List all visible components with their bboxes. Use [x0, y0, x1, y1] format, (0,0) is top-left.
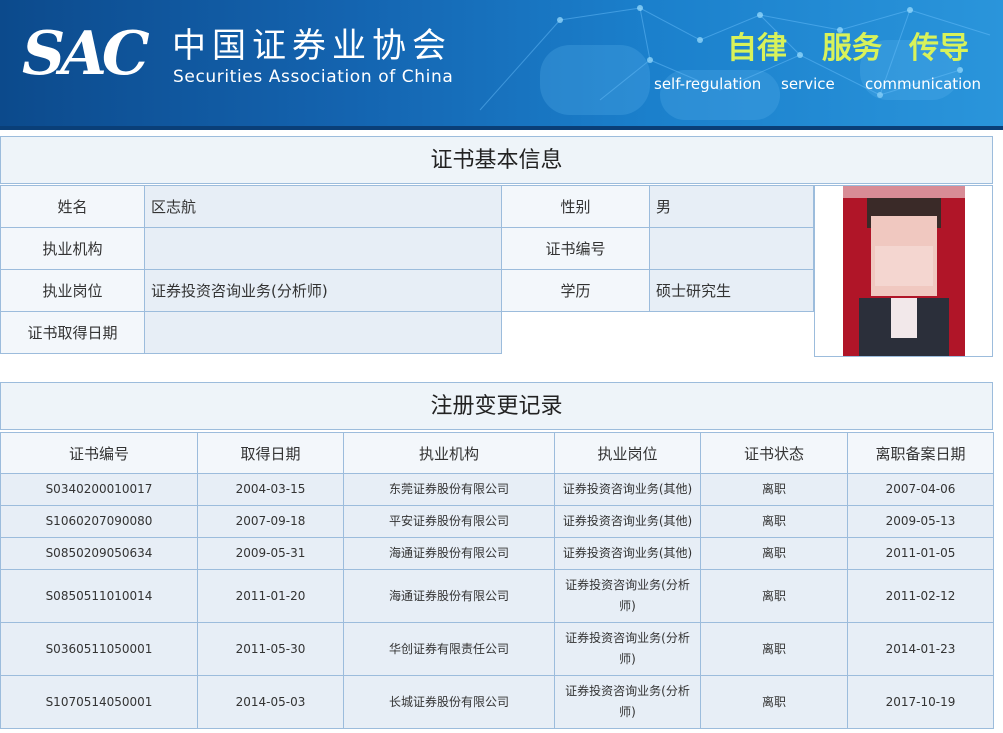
records-header-row: 证书编号 取得日期 执业机构 执业岗位 证书状态 离职备案日期: [0, 432, 994, 474]
education-label: 学历: [501, 269, 650, 312]
cell-date: 2011-01-20: [197, 569, 344, 623]
position-value: 证券投资咨询业务(分析师): [144, 269, 502, 312]
cell-position: 证券投资咨询业务(其他): [554, 473, 701, 506]
col-header-leave-date: 离职备案日期: [847, 432, 994, 474]
cell-cert-no: S1070514050001: [0, 675, 198, 729]
cell-date: 2009-05-31: [197, 537, 344, 570]
cell-leave-date: 2011-01-05: [847, 537, 994, 570]
cell-cert-no: S0360511050001: [0, 622, 198, 676]
name-value: 区志航: [144, 185, 502, 228]
institution-value: [144, 227, 502, 270]
cell-institution: 长城证券股份有限公司: [343, 675, 555, 729]
slogan-self-regulation-cn: 自律: [727, 31, 787, 66]
table-row: S1070514050001 2014-05-03 长城证券股份有限公司 证券投…: [0, 675, 994, 729]
header-banner: SAC 中国证券业协会 Securities Association of Ch…: [0, 0, 1003, 130]
cell-cert-no: S0340200010017: [0, 473, 198, 506]
org-name-cn: 中国证券业协会: [172, 26, 452, 66]
cell-leave-date: 2014-01-23: [847, 622, 994, 676]
cell-leave-date: 2017-10-19: [847, 675, 994, 729]
org-name-en: Securities Association of China: [173, 67, 454, 87]
cell-status: 离职: [700, 675, 848, 729]
cell-position: 证券投资咨询业务(分析师): [554, 675, 701, 729]
cell-leave-date: 2007-04-06: [847, 473, 994, 506]
table-row: S0360511050001 2011-05-30 华创证券有限责任公司 证券投…: [0, 622, 994, 676]
institution-label: 执业机构: [0, 227, 145, 270]
cell-date: 2004-03-15: [197, 473, 344, 506]
name-label: 姓名: [0, 185, 145, 228]
col-header-date: 取得日期: [197, 432, 344, 474]
cell-status: 离职: [700, 473, 848, 506]
table-row: S0340200010017 2004-03-15 东莞证券股份有限公司 证券投…: [0, 473, 994, 506]
col-header-cert-no: 证书编号: [0, 432, 198, 474]
cell-status: 离职: [700, 537, 848, 570]
cell-status: 离职: [700, 622, 848, 676]
cell-leave-date: 2011-02-12: [847, 569, 994, 623]
cell-date: 2011-05-30: [197, 622, 344, 676]
gender-label: 性别: [501, 185, 650, 228]
cert-date-label: 证书取得日期: [0, 311, 145, 354]
cell-cert-no: S1060207090080: [0, 505, 198, 538]
sac-logo: SAC: [22, 19, 150, 89]
info-row-cert-date: 证书取得日期: [0, 311, 814, 354]
col-header-institution: 执业机构: [343, 432, 555, 474]
cell-institution: 华创证券有限责任公司: [343, 622, 555, 676]
cell-position: 证券投资咨询业务(其他): [554, 505, 701, 538]
cell-date: 2007-09-18: [197, 505, 344, 538]
info-row-position: 执业岗位 证券投资咨询业务(分析师) 学历 硕士研究生: [0, 269, 814, 312]
cell-leave-date: 2009-05-13: [847, 505, 994, 538]
basic-info-title: 证书基本信息: [0, 136, 993, 184]
slogan-communication-cn: 传导: [909, 31, 969, 66]
cell-institution: 海通证券股份有限公司: [343, 537, 555, 570]
profile-photo: [814, 185, 993, 357]
cert-no-label: 证书编号: [501, 227, 650, 270]
cert-date-value: [144, 311, 502, 354]
records-table: 证书编号 取得日期 执业机构 执业岗位 证书状态 离职备案日期 S0340200…: [0, 432, 994, 729]
table-row: S0850511010014 2011-01-20 海通证券股份有限公司 证券投…: [0, 569, 994, 623]
position-label: 执业岗位: [0, 269, 145, 312]
info-row-institution: 执业机构 证书编号: [0, 227, 814, 270]
info-row-name: 姓名 区志航 性别 男: [0, 185, 814, 228]
slogan-self-regulation-en: self-regulation: [654, 75, 762, 93]
table-row: S1060207090080 2007-09-18 平安证券股份有限公司 证券投…: [0, 505, 994, 538]
table-row: S0850209050634 2009-05-31 海通证券股份有限公司 证券投…: [0, 537, 994, 570]
cell-date: 2014-05-03: [197, 675, 344, 729]
slogan-service-cn: 服务: [822, 31, 882, 66]
cell-cert-no: S0850511010014: [0, 569, 198, 623]
cell-institution: 平安证券股份有限公司: [343, 505, 555, 538]
gender-value: 男: [649, 185, 814, 228]
cell-status: 离职: [700, 505, 848, 538]
cell-institution: 海通证券股份有限公司: [343, 569, 555, 623]
col-header-position: 执业岗位: [554, 432, 701, 474]
cell-cert-no: S0850209050634: [0, 537, 198, 570]
cell-position: 证券投资咨询业务(分析师): [554, 622, 701, 676]
slogan-communication-en: communication: [865, 75, 982, 93]
cert-no-value: [649, 227, 814, 270]
cell-status: 离职: [700, 569, 848, 623]
slogan-service-en: service: [781, 75, 835, 93]
col-header-status: 证书状态: [700, 432, 848, 474]
education-value: 硕士研究生: [649, 269, 814, 312]
cell-position: 证券投资咨询业务(分析师): [554, 569, 701, 623]
cell-position: 证券投资咨询业务(其他): [554, 537, 701, 570]
records-title: 注册变更记录: [0, 382, 993, 430]
basic-info-table: 姓名 区志航 性别 男 执业机构 证书编号 执业岗位 证券投资咨询业务(分析师)…: [0, 185, 814, 354]
cell-institution: 东莞证券股份有限公司: [343, 473, 555, 506]
banner-divider: [0, 126, 1003, 130]
pixelated-portrait-image: [815, 186, 992, 356]
